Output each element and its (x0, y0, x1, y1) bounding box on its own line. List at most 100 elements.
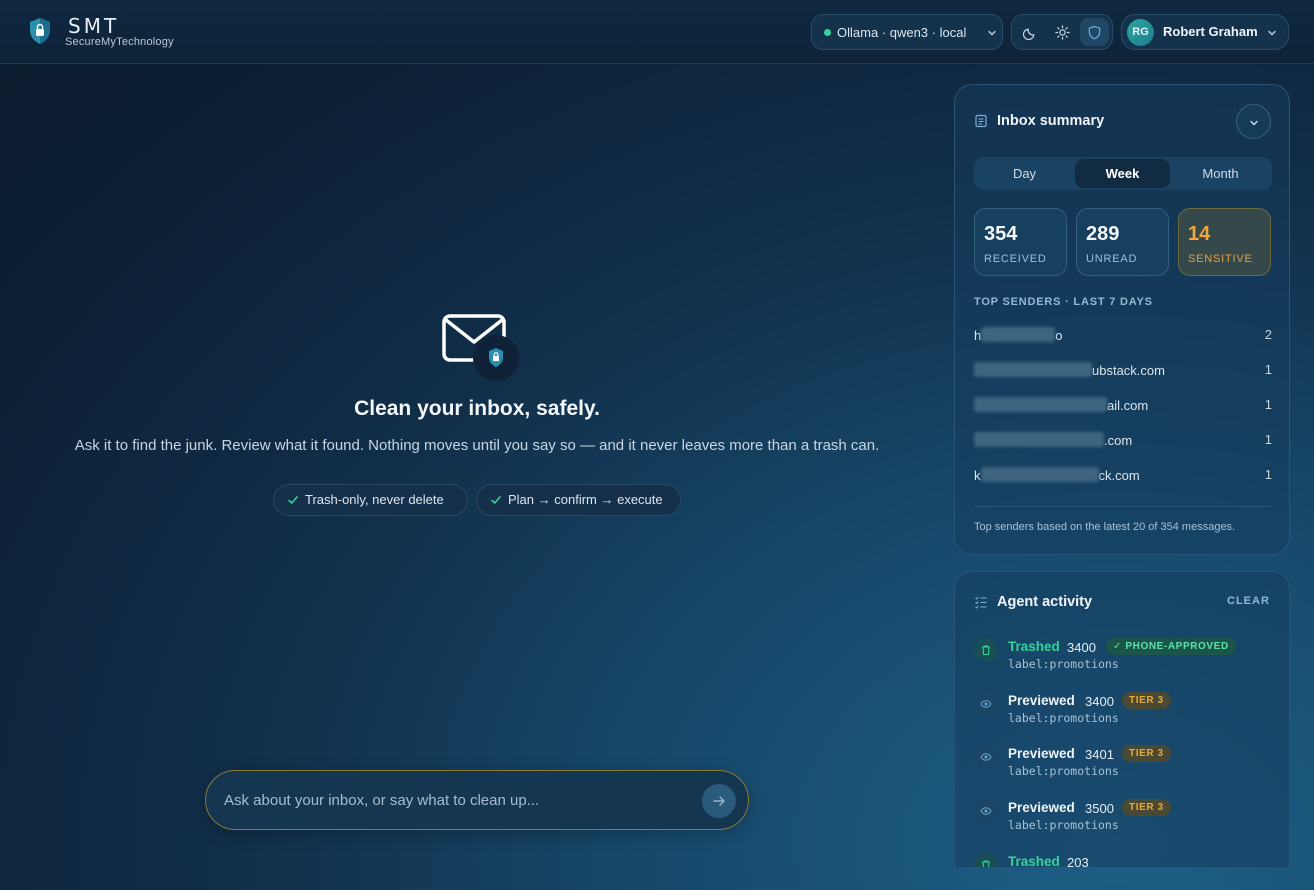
sender-row[interactable]: ubstack.com 1 (974, 360, 1272, 380)
send-button[interactable] (702, 784, 736, 818)
activity-verb: Previewed (1008, 693, 1075, 708)
arrow-right-icon (713, 796, 725, 806)
activity-item[interactable]: Trashed 203 (974, 850, 1274, 867)
status-badge: TIER 3 (1122, 745, 1171, 762)
tab-month[interactable]: Month (1173, 159, 1268, 188)
activity-item[interactable]: Trashed 3400 ✓ PHONE-APPROVED label:prom… (974, 635, 1274, 679)
chat-composer (205, 770, 749, 830)
top-senders-heading: TOP SENDERS · LAST 7 DAYS (974, 296, 1153, 308)
chevron-down-icon (1268, 30, 1276, 36)
stat-value: 14 (1188, 223, 1211, 245)
feature-chip-label: Trash-only, never delete (305, 492, 444, 507)
status-badge: TIER 3 (1122, 799, 1171, 816)
sender-count: 1 (1264, 362, 1272, 377)
collapse-button[interactable] (1236, 104, 1271, 139)
activity-item[interactable]: Previewed 3401 TIER 3 label:promotions (974, 742, 1274, 786)
secure-mode-button[interactable] (1080, 18, 1109, 46)
sender-count: 1 (1264, 467, 1272, 482)
sender-count: 1 (1264, 397, 1272, 412)
theme-switcher (1011, 14, 1113, 50)
status-badge: TIER 3 (1122, 692, 1171, 709)
shield-lock-logo-icon (30, 18, 50, 44)
activity-verb: Trashed (1008, 639, 1060, 654)
checklist-icon (975, 596, 987, 609)
check-icon (491, 496, 501, 504)
activity-count: 3401 (1085, 747, 1114, 762)
sender-address: .com (974, 432, 1132, 448)
eye-icon (974, 745, 998, 769)
document-icon (975, 114, 987, 128)
stat-label: SENSITIVE (1188, 253, 1253, 265)
stat-received[interactable]: 354 RECEIVED (974, 208, 1067, 276)
inbox-summary-panel: Inbox summary Day Week Month 354 RECEIVE… (954, 84, 1290, 555)
stat-value: 289 (1086, 223, 1120, 245)
summary-footnote: Top senders based on the latest 20 of 35… (974, 521, 1236, 533)
panel-title: Inbox summary (997, 113, 1105, 129)
sender-count: 2 (1264, 327, 1272, 342)
feature-chip-trash-only: Trash-only, never delete (273, 484, 468, 516)
eye-icon (974, 692, 998, 716)
stat-label: RECEIVED (984, 253, 1047, 265)
shield-icon (1088, 25, 1101, 40)
sender-count: 1 (1264, 432, 1272, 447)
panel-title: Agent activity (997, 594, 1093, 610)
chat-input[interactable] (224, 787, 684, 813)
stat-sensitive[interactable]: 14 SENSITIVE (1178, 208, 1271, 276)
activity-count: 203 (1067, 855, 1089, 867)
sender-address: k ck.com (974, 467, 1140, 483)
stat-label: UNREAD (1086, 253, 1138, 265)
chevron-down-icon (988, 30, 996, 36)
secure-mail-icon (442, 314, 519, 381)
divider (974, 506, 1272, 507)
activity-verb: Previewed (1008, 746, 1075, 761)
activity-item[interactable]: Previewed 3400 TIER 3 label:promotions (974, 689, 1274, 733)
moon-icon (1023, 28, 1035, 40)
activity-query: label:promotions (1008, 711, 1119, 725)
stat-unread[interactable]: 289 UNREAD (1076, 208, 1169, 276)
stat-value: 354 (984, 223, 1018, 245)
activity-item[interactable]: Previewed 3500 TIER 3 label:promotions (974, 796, 1274, 840)
status-dot-icon (824, 29, 831, 36)
status-badge: ✓ PHONE-APPROVED (1106, 638, 1236, 655)
top-bar: SMT SecureMyTechnology Ollama · qwen3 · … (0, 0, 1314, 64)
sender-address: ail.com (974, 397, 1148, 413)
feature-chip-plan-confirm: Plan → confirm → execute (476, 484, 681, 516)
sender-row[interactable]: .com 1 (974, 430, 1272, 450)
activity-count: 3400 (1085, 694, 1114, 709)
avatar: RG (1127, 19, 1154, 46)
activity-verb: Previewed (1008, 800, 1075, 815)
dark-mode-button[interactable] (1016, 18, 1045, 46)
tab-day[interactable]: Day (977, 159, 1072, 188)
clear-button[interactable]: CLEAR (1227, 595, 1270, 607)
sender-row[interactable]: k ck.com 1 (974, 465, 1272, 485)
sender-row[interactable]: ho 2 (974, 325, 1272, 345)
brand-tagline: SecureMyTechnology (65, 36, 174, 48)
activity-count: 3400 (1067, 640, 1096, 655)
period-tabs: Day Week Month (974, 157, 1272, 190)
user-name: Robert Graham (1163, 24, 1258, 39)
sender-row[interactable]: ail.com 1 (974, 395, 1272, 415)
activity-query: label:promotions (1008, 657, 1119, 671)
brand-name: SMT (68, 14, 120, 38)
hero-title: Clean your inbox, safely. (354, 397, 600, 420)
activity-query: label:promotions (1008, 818, 1119, 832)
model-status-label: Ollama · qwen3 · local (837, 25, 967, 40)
chevron-down-icon (1250, 120, 1258, 126)
activity-count: 3500 (1085, 801, 1114, 816)
sender-address: ubstack.com (974, 362, 1165, 378)
check-icon (288, 496, 298, 504)
light-mode-button[interactable] (1048, 18, 1077, 46)
agent-activity-panel: Agent activity CLEAR Trashed 3400 ✓ PHON… (954, 571, 1290, 867)
tab-week[interactable]: Week (1075, 159, 1170, 188)
sun-icon (1055, 25, 1070, 40)
trash-icon (974, 638, 998, 662)
user-menu[interactable]: RG Robert Graham (1121, 14, 1289, 50)
feature-chip-label: Plan → confirm → execute (508, 492, 663, 507)
hero-subtitle: Ask it to find the junk. Review what it … (74, 437, 880, 454)
eye-icon (974, 799, 998, 823)
model-selector[interactable]: Ollama · qwen3 · local (811, 14, 1003, 50)
trash-icon (974, 853, 998, 867)
activity-query: label:promotions (1008, 764, 1119, 778)
sender-address: ho (974, 327, 1063, 343)
activity-verb: Trashed (1008, 854, 1060, 867)
